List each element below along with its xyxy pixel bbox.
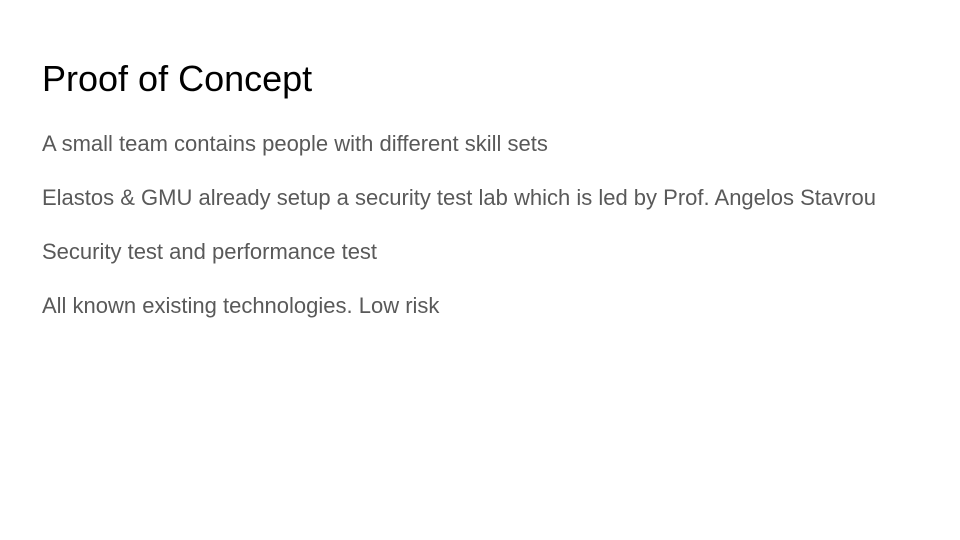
body-paragraph: A small team contains people with differ… <box>42 131 548 156</box>
body-paragraph: All known existing technologies. Low ris… <box>42 293 440 318</box>
slide: Proof of Concept A small team contains p… <box>0 0 960 540</box>
slide-body: A small team contains people with differ… <box>42 128 912 344</box>
slide-title: Proof of Concept <box>42 58 313 99</box>
body-paragraph: Security test and performance test <box>42 239 378 264</box>
body-paragraph: Elastos & GMU already setup a security t… <box>42 185 876 210</box>
